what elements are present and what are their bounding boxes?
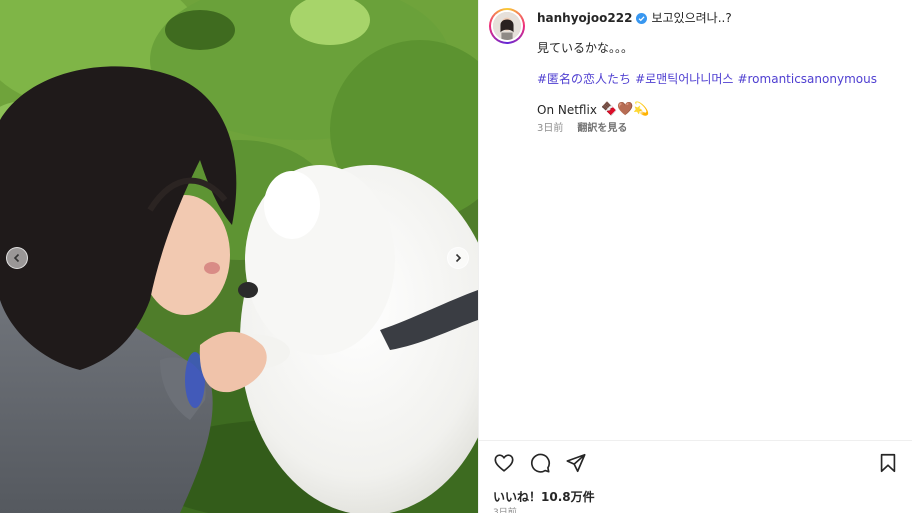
- verified-badge-icon: [636, 12, 648, 24]
- caption-line-2: 見ているかな。。。: [537, 41, 634, 55]
- next-photo-button[interactable]: [447, 247, 469, 269]
- translate-button[interactable]: 翻訳を見る: [577, 121, 627, 137]
- action-bar: [493, 452, 901, 476]
- comment-icon: [529, 452, 553, 474]
- hashtag-link[interactable]: #匿名の恋人たち: [537, 71, 631, 87]
- hashtag-link[interactable]: #로맨틱어나니머스: [635, 71, 733, 87]
- post-time: 3日前: [537, 123, 564, 134]
- caption-line-1: 보고있으려나..?: [651, 11, 732, 25]
- chevron-left-icon: [12, 253, 22, 263]
- caption: hanhyojoo222 보고있으려나..? 見ているかな。。。 #匿名の恋人た…: [537, 10, 907, 137]
- share-button[interactable]: [565, 452, 589, 476]
- emoji-chocolate-heart-sparkle: 🍫🤎💫: [600, 102, 650, 117]
- caption-line-4: On Netflix: [537, 103, 597, 117]
- avatar[interactable]: [489, 8, 525, 44]
- previous-photo-button[interactable]: [6, 247, 28, 269]
- username-link[interactable]: hanhyojoo222: [537, 10, 632, 26]
- comment-button[interactable]: [529, 452, 553, 476]
- like-count[interactable]: いいね！10.8万件: [493, 488, 595, 505]
- bookmark-icon: [877, 452, 901, 474]
- hashtag-link[interactable]: #romanticsanonymous: [737, 71, 877, 87]
- post-media[interactable]: [0, 0, 478, 513]
- share-icon: [565, 452, 589, 474]
- heart-icon: [493, 452, 517, 474]
- post-date: 3日前: [493, 508, 517, 513]
- divider: [479, 440, 912, 441]
- post-photo: [0, 0, 478, 513]
- like-button[interactable]: [493, 452, 517, 476]
- post-panel: hanhyojoo222 보고있으려나..? 見ているかな。。。 #匿名の恋人た…: [478, 0, 912, 513]
- hashtag-list: #匿名の恋人たち #로맨틱어나니머스 #romanticsanonymous: [537, 71, 907, 87]
- avatar-image: [493, 12, 521, 40]
- chevron-right-icon: [453, 253, 463, 263]
- save-button[interactable]: [877, 452, 901, 476]
